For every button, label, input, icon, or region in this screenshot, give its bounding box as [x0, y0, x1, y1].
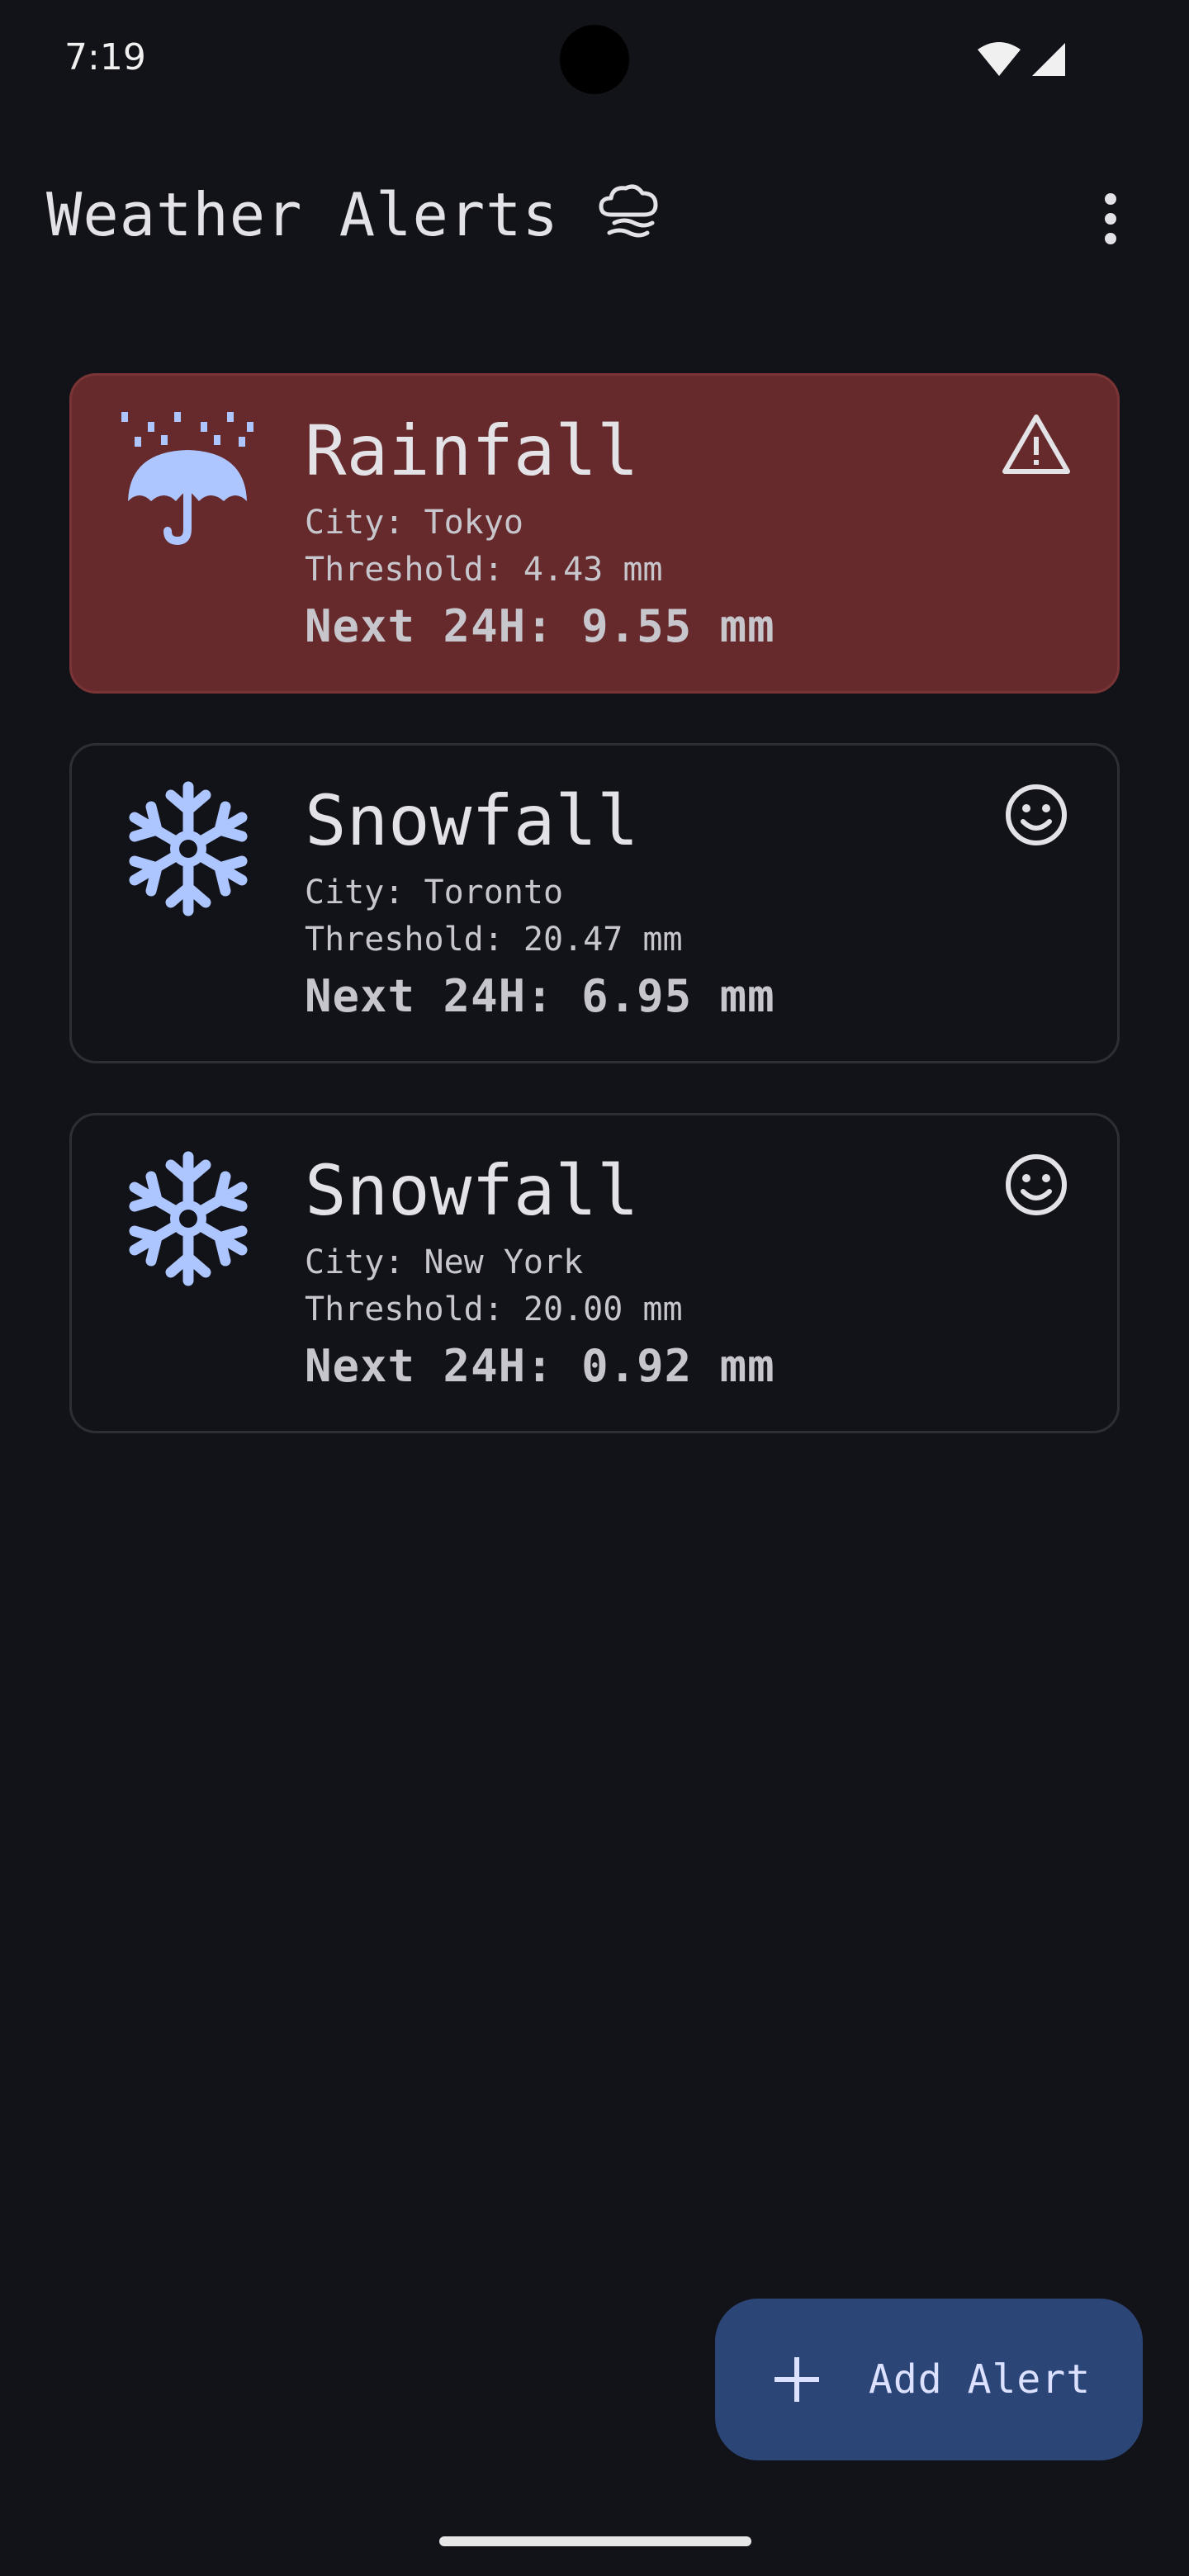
add-alert-label: Add Alert: [869, 2356, 1092, 2403]
alert-forecast: Next 24H: 9.55 mm: [305, 600, 775, 652]
alert-list: Rainfall City: Tokyo Threshold: 4.43 mm …: [69, 373, 1120, 1483]
alert-city: City: Toronto: [305, 874, 564, 912]
alert-type: Snowfall: [305, 780, 639, 861]
snowflake-icon: [129, 781, 248, 916]
alert-threshold: Threshold: 20.00 mm: [305, 1290, 683, 1328]
status-bar: 7:19: [0, 0, 1189, 116]
smiley-icon: [1006, 1154, 1067, 1215]
status-icons: [976, 41, 1067, 78]
alert-card-snowfall-new-york[interactable]: Snowfall City: New York Threshold: 20.00…: [69, 1113, 1120, 1433]
alert-threshold: Threshold: 4.43 mm: [305, 551, 663, 589]
alert-card-rainfall-tokyo[interactable]: Rainfall City: Tokyo Threshold: 4.43 mm …: [69, 373, 1120, 694]
alert-threshold: Threshold: 20.47 mm: [305, 921, 683, 959]
wifi-icon: [978, 42, 1021, 76]
smiley-icon: [1006, 784, 1067, 845]
alert-forecast: Next 24H: 0.92 mm: [305, 1340, 775, 1392]
add-alert-button[interactable]: Add Alert: [715, 2299, 1143, 2460]
home-indicator[interactable]: [439, 2536, 751, 2546]
page-title: Weather Alerts: [46, 180, 559, 249]
alert-city: City: Tokyo: [305, 504, 523, 542]
alert-forecast: Next 24H: 6.95 mm: [305, 970, 775, 1022]
signal-icon: [1032, 43, 1065, 76]
alert-type: Rainfall: [305, 410, 639, 491]
warning-icon: [1002, 414, 1070, 474]
alert-type: Snowfall: [305, 1150, 639, 1231]
snowflake-icon: [129, 1151, 248, 1286]
alert-card-snowfall-toronto[interactable]: Snowfall City: Toronto Threshold: 20.47 …: [69, 743, 1120, 1063]
plus-icon: [775, 2357, 819, 2402]
app-bar: Weather Alerts: [0, 149, 1189, 272]
storm-cloud-icon: [599, 184, 658, 238]
status-time: 7:19: [64, 36, 146, 78]
more-vert-icon[interactable]: [1082, 182, 1139, 256]
umbrella-rain-icon: [121, 412, 253, 546]
camera-cutout: [560, 25, 629, 94]
alert-city: City: New York: [305, 1243, 584, 1281]
